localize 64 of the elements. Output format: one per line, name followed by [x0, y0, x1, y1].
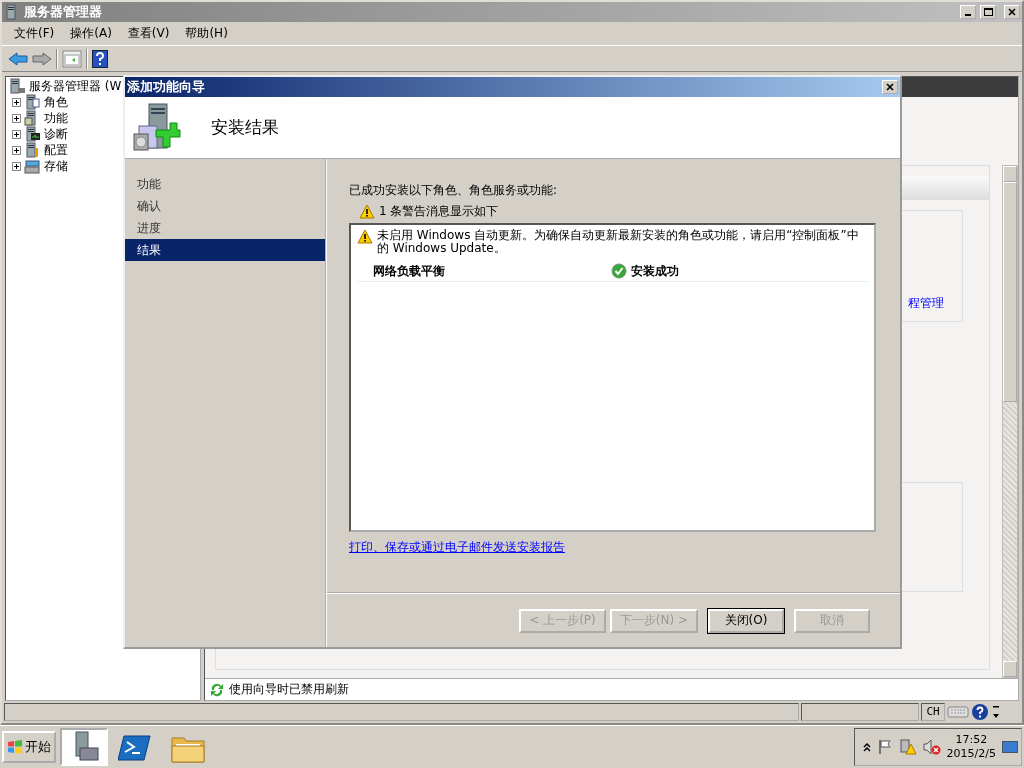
report-link[interactable]: 打印、保存或通过电子邮件发送安装报告 [349, 540, 565, 554]
clock-time[interactable]: 17:52 [946, 732, 996, 747]
windows-logo-icon [7, 739, 23, 755]
result-status: 安装成功 [631, 263, 679, 279]
wizard-step[interactable]: 确认 [125, 195, 325, 217]
tree-item[interactable]: 角色 [44, 94, 68, 110]
wizard-step[interactable]: 进度 [125, 217, 325, 239]
dialog-heading: 安装结果 [211, 116, 279, 139]
status-text: 使用向导时已禁用刷新 [229, 682, 349, 697]
show-desktop-icon[interactable] [1002, 740, 1018, 754]
maximize-icon [983, 8, 993, 16]
help-icon[interactable] [92, 49, 108, 68]
storage-icon [24, 158, 41, 174]
warning-message: 未启用 Windows 自动更新。为确保自动更新最新安装的角色或功能，请启用“控制面板”中的 Windows Update。 [377, 229, 860, 256]
expand-icon[interactable] [12, 145, 21, 155]
menu-item[interactable]: 帮助(H) [177, 24, 236, 43]
expand-icon[interactable] [12, 161, 21, 171]
warning-icon [357, 229, 373, 244]
expand-icon[interactable] [12, 129, 21, 139]
check-icon [611, 263, 627, 280]
warning-summary: 1 条警告消息显示如下 [379, 204, 499, 219]
language-indicator[interactable]: CH [921, 703, 945, 721]
link[interactable]: 程管理 [908, 296, 944, 311]
tree-item[interactable]: 诊断 [44, 126, 68, 142]
intro-text: 已成功安装以下角色、角色服务或功能: [349, 183, 559, 198]
help-icon[interactable] [971, 703, 989, 721]
taskbar-button[interactable] [60, 728, 108, 766]
expand-icon[interactable] [12, 113, 21, 123]
panel-toggle-icon[interactable] [62, 49, 82, 68]
menu-item[interactable]: 查看(V) [119, 24, 178, 43]
clock-date[interactable]: 2015/2/5 [946, 747, 996, 762]
wizard-button[interactable]: 关闭(O) [708, 608, 784, 633]
menu-item[interactable]: 操作(A) [62, 24, 120, 43]
dialog-title: 添加功能向导 [127, 78, 205, 96]
maximize-button[interactable] [980, 5, 996, 19]
speaker-muted-icon[interactable] [922, 739, 941, 755]
close-button[interactable] [882, 80, 898, 94]
server-add-icon [133, 101, 181, 154]
result-name: 网络负载平衡 [373, 263, 446, 279]
close-button[interactable] [1004, 5, 1020, 19]
server-icon [8, 78, 26, 94]
refresh-icon [209, 681, 225, 698]
wizard-step[interactable]: 结果 [125, 239, 325, 261]
window-title: 服务器管理器 [24, 3, 103, 21]
minimize-button[interactable] [960, 5, 976, 19]
tree-item[interactable]: 存储 [44, 158, 68, 174]
tree-item[interactable]: 配置 [44, 142, 68, 158]
roles-icon [24, 94, 41, 110]
chevron-up-icon[interactable] [862, 742, 871, 752]
back-arrow-icon[interactable] [8, 50, 28, 67]
wizard-step[interactable]: 功能 [125, 173, 325, 195]
close-icon [886, 83, 894, 91]
warning-icon [359, 204, 375, 219]
flag-icon[interactable] [876, 739, 893, 755]
start-button[interactable]: 开始 [2, 731, 56, 763]
expand-icon[interactable] [12, 97, 21, 107]
tree-root[interactable]: 服务器管理器 (W [29, 78, 122, 94]
menu-item[interactable]: 文件(F) [6, 24, 63, 43]
close-icon [1008, 8, 1016, 16]
forward-arrow-icon[interactable] [32, 50, 52, 67]
configuration-icon [24, 142, 41, 158]
tree-item[interactable]: 功能 [44, 110, 68, 126]
scrollbar[interactable] [1002, 165, 1018, 678]
diagnostics-icon [24, 126, 41, 142]
